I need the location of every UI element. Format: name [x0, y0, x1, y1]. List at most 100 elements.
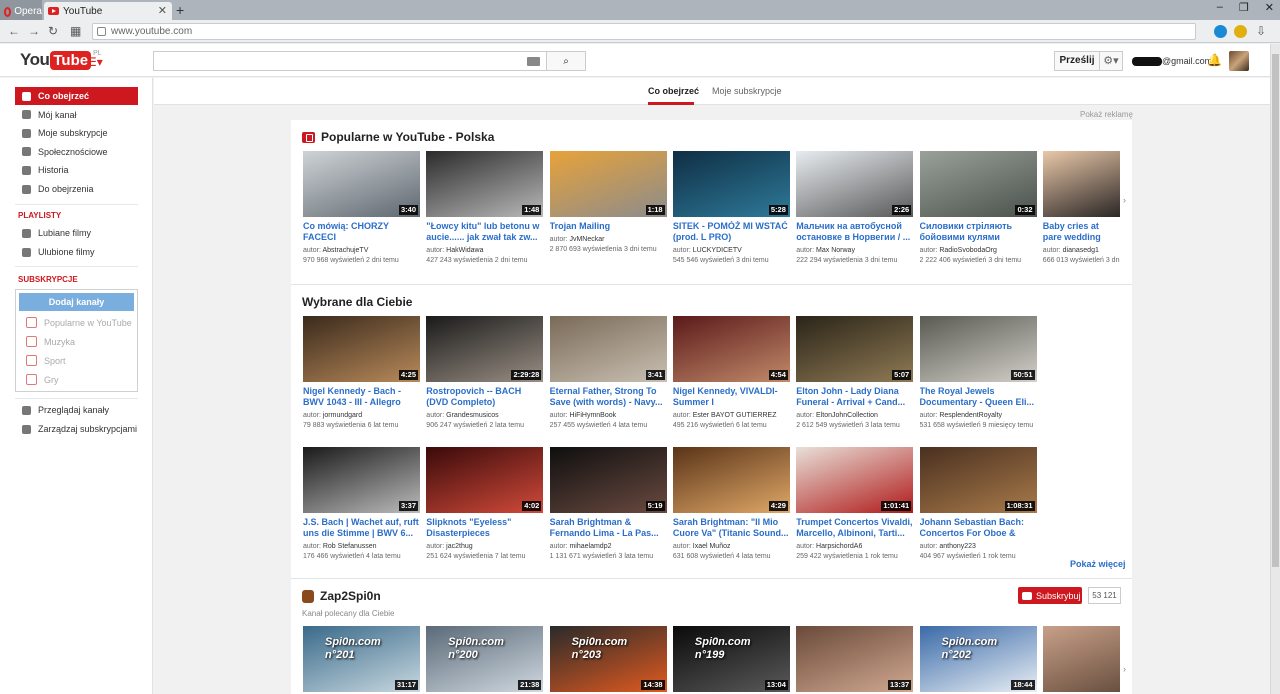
video-title[interactable]: Johann Sebastian Bach: Concertos For Obo… [920, 517, 1037, 539]
video-title[interactable]: Силовики стріляють бойовими кулями [920, 221, 1037, 243]
tab-what-to-watch[interactable]: Co obejrzeć [648, 86, 699, 96]
video-card[interactable]: 13:37 [796, 626, 914, 692]
video-author[interactable]: AbstrachujeTV [322, 247, 368, 254]
video-card[interactable]: 50:51 The Royal Jewels Documentary - Quee… [919, 316, 1037, 430]
subscribe-button[interactable]: Subskrybuj [1018, 587, 1082, 604]
avatar[interactable] [1229, 51, 1249, 71]
video-title[interactable]: Sarah Brightman: "Il Mio Cuore Va" (Tita… [673, 517, 790, 539]
video-thumbnail[interactable]: 50:51 [919, 316, 1037, 382]
shelf-title-popular[interactable]: Popularne w YouTube - Polska [302, 130, 494, 144]
notifications-bell-icon[interactable]: 🔔 [1207, 53, 1222, 67]
video-thumbnail[interactable]: 4:25 [303, 316, 420, 382]
video-author[interactable]: EltonJohnCollection [816, 412, 878, 419]
extension-icon[interactable] [1234, 25, 1247, 38]
video-card[interactable]: 5:28 SITEK - POMÓŻ MI WSTAĆ (prod. L PRO)… [672, 151, 790, 265]
guide-item[interactable]: Do obejrzenia [15, 180, 138, 198]
video-title[interactable]: Nigel Kennedy - Bach - BWV 1043 - III - … [303, 386, 420, 408]
settings-button[interactable]: ⚙▾ [1099, 51, 1123, 71]
video-title[interactable]: SITEK - POMÓŻ MI WSTAĆ (prod. L PRO) [673, 221, 790, 243]
video-author[interactable]: anthony223 [939, 543, 976, 550]
video-author[interactable]: jormundgard [323, 412, 362, 419]
video-thumbnail[interactable]: 2:26 [796, 151, 914, 217]
video-title[interactable]: "Łowcy kitu" lub betonu w aucie...... ja… [426, 221, 543, 243]
video-title[interactable]: The Royal Jewels Documentary - Queen Eli… [920, 386, 1037, 408]
search-button[interactable]: ⌕ [546, 51, 586, 71]
video-author[interactable]: dianasedg1 [1063, 247, 1099, 254]
video-card[interactable]: 1:18 Trojan Mailing autor: JvMNeckar 2 870 … [549, 151, 667, 254]
video-card[interactable]: Spi0n.com n°201 31:17 [303, 626, 420, 692]
video-card[interactable] [1042, 626, 1120, 692]
video-author[interactable]: RadioSvobodaOrg [939, 247, 997, 254]
video-title[interactable]: Rostropovich -- BACH (DVD Completo) [426, 386, 543, 408]
download-icon[interactable]: ⇩ [1256, 24, 1266, 38]
guide-item[interactable]: Przeglądaj kanały [15, 401, 138, 419]
video-author[interactable]: jac2thug [446, 543, 472, 550]
video-card[interactable]: 3:40 Co mówią: CHORZY FACECI autor: Abstra… [303, 151, 420, 265]
back-icon[interactable]: ← [8, 24, 20, 38]
video-card[interactable]: Spi0n.com n°202 18:44 [919, 626, 1037, 692]
video-thumbnail[interactable] [1042, 626, 1120, 692]
video-card[interactable]: 0:32 Силовики стріляють бойовими кулями au… [919, 151, 1037, 265]
speed-dial-icon[interactable]: ▦ [70, 24, 81, 38]
shelf-next-arrow-icon[interactable]: › [1123, 195, 1126, 205]
video-author[interactable]: Ixael Muñoz [693, 543, 731, 550]
video-title[interactable]: Co mówią: CHORZY FACECI [303, 221, 420, 243]
channel-shelf-title[interactable]: Zap2Spi0n [302, 589, 381, 603]
video-author[interactable]: ResplendentRoyalty [939, 412, 1002, 419]
video-title[interactable]: Nigel Kennedy, VIVALDI-Summer I [673, 386, 790, 408]
guide-item[interactable]: Społecznościowe [15, 143, 138, 161]
guide-item[interactable]: Mój kanał [15, 106, 138, 124]
add-channels-button[interactable]: Dodaj kanały [19, 293, 134, 311]
extension-icon[interactable] [1214, 25, 1227, 38]
video-title[interactable]: Eternal Father, Strong To Save (with wor… [550, 386, 667, 408]
video-thumbnail[interactable] [1042, 151, 1120, 217]
reload-icon[interactable]: ↻ [48, 24, 58, 38]
video-title[interactable]: Мальчик на автобусной остановке в Норвег… [796, 221, 913, 243]
video-thumbnail[interactable]: 2:29:28 [426, 316, 544, 382]
new-tab-button[interactable]: + [176, 2, 184, 18]
video-title[interactable]: J.S. Bach | Wachet auf, ruft uns die Sti… [303, 517, 420, 539]
video-thumbnail[interactable]: 1:08:31 [919, 447, 1037, 513]
video-author[interactable]: Rob Stefanussen [323, 543, 377, 550]
video-card[interactable]: 2:29:28 Rostropovich -- BACH (DVD Complet… [426, 316, 544, 430]
video-thumbnail[interactable]: 3:40 [303, 151, 420, 217]
video-card[interactable]: Spi0n.com n°199 13:04 [672, 626, 790, 692]
video-title[interactable]: Elton John - Lady Diana Funeral - Arriva… [796, 386, 913, 408]
search-input[interactable] [153, 51, 547, 71]
url-field[interactable]: www.youtube.com [92, 23, 1196, 40]
close-tab-icon[interactable]: ✕ [158, 4, 167, 17]
video-thumbnail[interactable]: 13:37 [796, 626, 914, 692]
show-ads-link[interactable]: Pokaż reklamę [1080, 110, 1133, 119]
subscription-item[interactable]: Sport [26, 355, 66, 366]
minimize-icon[interactable]: – [1217, 1, 1223, 14]
video-card[interactable]: 4:29 Sarah Brightman: "Il Mio Cuore Va" (… [672, 447, 790, 561]
video-card[interactable]: Spi0n.com n°203 14:38 [549, 626, 667, 692]
video-card[interactable]: 1:08:31 Johann Sebastian Bach: Concertos … [919, 447, 1037, 561]
page-scrollbar[interactable] [1270, 44, 1280, 694]
video-thumbnail[interactable]: 5:19 [549, 447, 667, 513]
video-thumbnail[interactable]: 4:54 [672, 316, 790, 382]
account-email[interactable]: @gmail.com [1132, 56, 1212, 67]
video-card[interactable]: 4:02 Slipknots "Eyeless" Disasterpieces au… [426, 447, 544, 561]
video-thumbnail[interactable]: 5:28 [672, 151, 790, 217]
guide-item[interactable]: Co obejrzeć [15, 87, 138, 105]
shelf-next-arrow-icon[interactable]: › [1123, 664, 1126, 674]
video-thumbnail[interactable]: 1:18 [549, 151, 667, 217]
video-author[interactable]: mihaelamdp2 [569, 543, 611, 550]
guide-item[interactable]: Moje subskrypcje [15, 124, 138, 142]
subscription-item[interactable]: Muzyka [26, 336, 75, 347]
video-thumbnail[interactable]: Spi0n.com n°200 21:38 [426, 626, 544, 692]
tab-my-subscriptions[interactable]: Moje subskrypcje [712, 86, 782, 96]
video-author[interactable]: JvMNeckar [569, 236, 604, 243]
keyboard-icon[interactable] [527, 57, 540, 66]
browser-tab-youtube[interactable]: YouTube ✕ [44, 2, 172, 20]
forward-icon[interactable]: → [28, 24, 40, 38]
video-thumbnail[interactable]: Spi0n.com n°202 18:44 [919, 626, 1037, 692]
video-card[interactable]: 1:48 "Łowcy kitu" lub betonu w aucie.....… [426, 151, 544, 265]
video-thumbnail[interactable]: 4:02 [426, 447, 544, 513]
video-card[interactable]: 5:19 Sarah Brightman & Fernando Lima - La… [549, 447, 667, 561]
video-card[interactable]: 3:37 J.S. Bach | Wachet auf, ruft uns die… [303, 447, 420, 561]
guide-menu-icon[interactable]: ☰▾ [86, 55, 103, 69]
guide-item[interactable]: Zarządzaj subskrypcjami [15, 420, 138, 438]
video-thumbnail[interactable]: 1:01:41 [796, 447, 914, 513]
